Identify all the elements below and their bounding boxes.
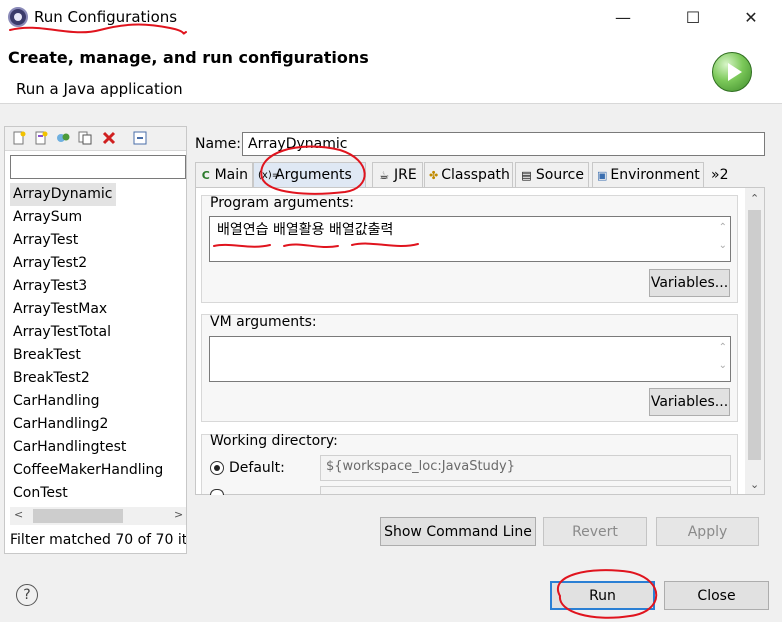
filter-status: Filter matched 70 of 70 items [10,532,186,548]
config-tabs: C Main (x)= Arguments ☕ JRE ✤ Classpath … [195,162,765,188]
config-list: ArrayDynamic ArraySum ArrayTest ArrayTes… [10,183,186,505]
main-icon: C [201,168,210,182]
list-item[interactable]: ArrayTest3 [10,275,186,298]
run-button[interactable]: Run [550,581,655,610]
program-args-field[interactable]: 배열연습 배열활용 배열값출력 ⌃ ⌄ [209,216,731,262]
run-banner-icon [712,52,752,92]
working-dir-label: Working directory: [210,433,338,449]
minimize-button[interactable]: — [600,0,646,34]
tab-main[interactable]: C Main [195,162,253,188]
scrollbar-thumb[interactable] [33,509,123,523]
tab-jre[interactable]: ☕ JRE [372,162,423,188]
duplicate-config-icon[interactable] [77,130,93,146]
tab-environment[interactable]: ▣ Environment [592,162,704,188]
close-button[interactable]: Close [664,581,769,610]
tab-overflow[interactable]: »2 [707,162,733,188]
list-item[interactable]: ArrayTest2 [10,252,186,275]
scroll-right-icon[interactable]: > [174,508,183,521]
apply-button[interactable]: Apply [656,517,759,546]
default-dir-field: ${workspace_loc:JavaStudy} [320,455,731,481]
scroll-up-icon[interactable]: ⌃ [750,192,759,205]
environment-icon: ▣ [597,168,608,182]
list-item[interactable]: CoffeeMakerHandling [10,459,186,482]
program-args-value: 배열연습 배열활용 배열값출력 [217,222,394,238]
tab-arguments[interactable]: (x)= Arguments [253,162,366,188]
vm-args-field[interactable]: ⌃ ⌄ [209,336,731,382]
vm-variables-button[interactable]: Variables... [649,388,730,416]
vm-args-label: VM arguments: [210,314,317,330]
list-item[interactable]: ArrayTestTotal [10,321,186,344]
list-item[interactable]: BreakTest [10,344,186,367]
list-item[interactable]: ArrayTestMax [10,298,186,321]
tab-source[interactable]: ▤ Source [515,162,589,188]
revert-button[interactable]: Revert [543,517,647,546]
scroll-down-icon[interactable]: ⌄ [750,478,759,491]
jre-icon: ☕ [379,168,389,182]
list-item[interactable]: BreakTest2 [10,367,186,390]
new-prototype-icon[interactable] [33,130,49,146]
name-label: Name: [195,136,242,152]
header-subtitle: Run a Java application [16,80,183,98]
scroll-left-icon[interactable]: < [14,508,23,521]
default-radio[interactable] [210,461,224,475]
close-window-button[interactable]: ✕ [728,0,774,34]
default-label: Default: [229,460,285,476]
scrollbar-thumb[interactable] [748,210,761,460]
list-item[interactable]: ConTest [10,482,186,505]
program-variables-button[interactable]: Variables... [649,269,730,297]
overflow-icon: »2 [711,166,729,183]
list-item[interactable]: CarHandling [10,390,186,413]
show-command-line-button[interactable]: Show Command Line [380,517,536,546]
scroll-arrows-icon[interactable]: ⌃ ⌄ [719,339,727,375]
classpath-icon: ✤ [429,168,439,182]
arguments-icon: (x)= [258,169,281,181]
export-config-icon[interactable] [55,130,71,146]
new-config-icon[interactable] [11,130,27,146]
maximize-button[interactable]: ☐ [670,0,716,34]
delete-config-icon[interactable] [101,130,117,146]
other-dir-field[interactable] [320,486,731,494]
header-title: Create, manage, and run configurations [8,48,369,67]
source-icon: ▤ [521,168,532,182]
name-field[interactable] [242,132,765,156]
program-args-label: Program arguments: [210,195,354,211]
list-item[interactable]: CarHandlingtest [10,436,186,459]
other-radio[interactable] [210,489,224,495]
tab-classpath[interactable]: ✤ Classpath [424,162,513,188]
list-item[interactable]: ArrayTest [10,229,186,252]
collapse-all-icon[interactable] [132,130,148,146]
window-title: Run Configurations [34,8,178,26]
help-icon[interactable]: ? [16,584,38,606]
list-item[interactable]: ArraySum [10,206,186,229]
list-item[interactable]: CarHandling2 [10,413,186,436]
scroll-arrows-icon[interactable]: ⌃ ⌄ [719,219,727,255]
list-item[interactable]: ArrayDynamic [10,183,117,206]
filter-input[interactable] [10,155,186,179]
eclipse-app-icon [8,7,28,27]
